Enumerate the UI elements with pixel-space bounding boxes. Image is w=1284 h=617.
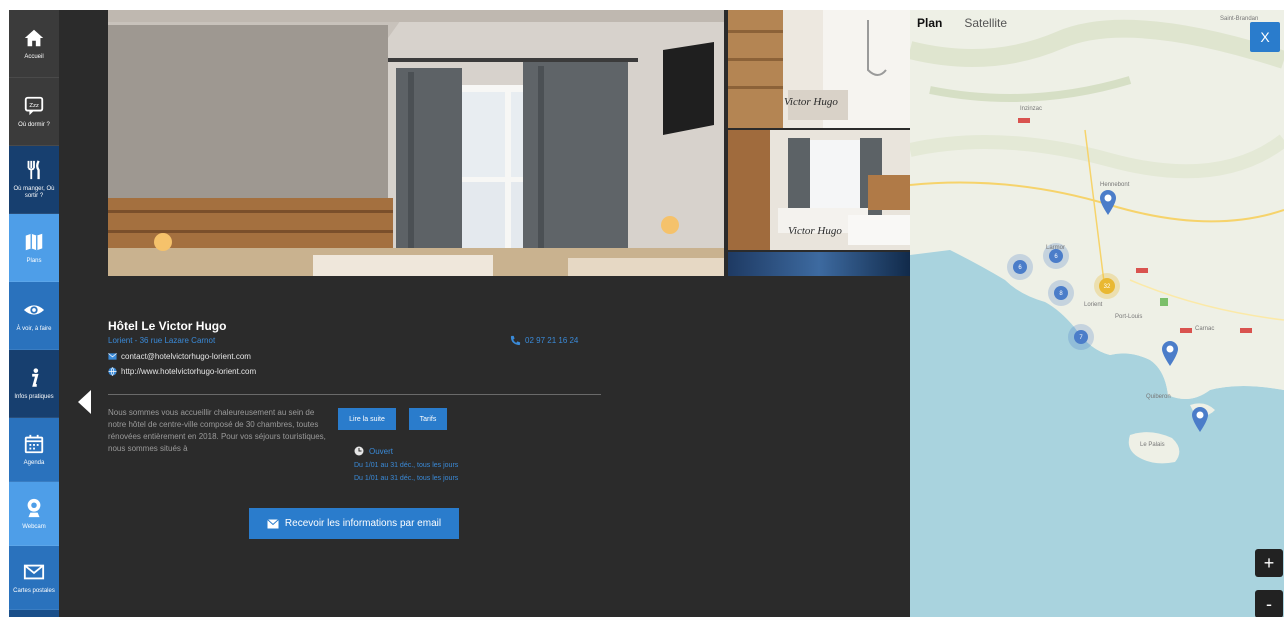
webcam-icon	[27, 498, 41, 517]
sidebar-item-agenda[interactable]: Agenda	[9, 418, 59, 482]
svg-text:32: 32	[1104, 284, 1111, 290]
sidebar-item-label: Où dormir ?	[18, 121, 50, 128]
map-cluster[interactable]: 8	[1048, 280, 1074, 306]
hotel-phone: 02 97 21 16 24	[525, 336, 579, 345]
map-cluster[interactable]: 6	[1007, 254, 1033, 280]
map-place-label: Port-Louis	[1115, 314, 1143, 320]
envelope-icon	[267, 518, 279, 528]
tab-plan[interactable]: Plan	[917, 16, 942, 30]
svg-text:Zzz: Zzz	[29, 102, 39, 108]
sidebar-item-label: Infos pratiques	[14, 393, 54, 400]
sidebar-item-label: À voir, à faire	[16, 325, 52, 332]
photo-watermark: Victor Hugo	[788, 225, 842, 237]
map-icon	[25, 233, 43, 250]
envelope-icon	[108, 353, 117, 360]
clock-icon	[354, 446, 364, 456]
opening-hours-line: Du 1/01 au 31 déc., tous les jours	[354, 475, 459, 482]
hotel-name: Hôtel Le Victor Hugo	[108, 319, 227, 333]
hotel-description: Nous sommes vous accueillir chaleureusem…	[108, 408, 326, 453]
hotel-photo-thumbnail[interactable]: Victor Hugo	[728, 10, 910, 128]
sidebar-item-maps[interactable]: Plans	[9, 214, 59, 282]
hotel-photo-thumbnail[interactable]: Victor Hugo	[728, 130, 910, 250]
tab-satellite[interactable]: Satellite	[964, 16, 1007, 30]
opening-status: Ouvert	[354, 446, 393, 456]
hotel-email: contact@hotelvictorhugo-lorient.com	[121, 352, 251, 361]
hotel-website: http://www.hotelvictorhugo-lorient.com	[121, 367, 257, 376]
eye-icon	[23, 304, 45, 315]
map-view[interactable]: 6 6 8 32 7 Saint-Brandan Inzinzac Henneb…	[910, 10, 1284, 617]
sidebar-item-info[interactable]: Infos pratiques	[9, 350, 59, 418]
photo-watermark: Victor Hugo	[784, 96, 838, 108]
room-photo-illustration	[108, 10, 724, 276]
info-icon	[32, 367, 39, 387]
sidebar-item-label: Webcam	[22, 523, 46, 530]
hotel-phone-link[interactable]: 02 97 21 16 24	[510, 335, 578, 346]
map-type-tabs: Plan Satellite	[917, 16, 1007, 30]
map-place-label: Hennebont	[1100, 182, 1130, 188]
zoom-out-button[interactable]: -	[1255, 590, 1283, 617]
receive-info-email-label: Recevoir les informations par email	[284, 518, 442, 529]
close-map-button[interactable]: X	[1250, 22, 1280, 52]
map-cluster[interactable]: 7	[1068, 324, 1094, 350]
hotel-website-link[interactable]: http://www.hotelvictorhugo-lorient.com	[108, 367, 256, 376]
sidebar-item-home[interactable]: Accueil	[9, 10, 59, 78]
hotel-main-photo[interactable]	[108, 10, 724, 276]
sidebar-item-webcam[interactable]: Webcam	[9, 482, 59, 546]
map-place-label: Carnac	[1195, 326, 1215, 332]
sidebar-item-label: Accueil	[24, 53, 44, 60]
sidebar-item-label: Cartes postales	[13, 587, 55, 594]
sidebar-item-see-do[interactable]: À voir, à faire	[9, 282, 59, 350]
sidebar-item-label: Plans	[26, 257, 42, 264]
calendar-icon	[24, 434, 44, 453]
sidebar-item-eat[interactable]: Où manger, Où sortir ?	[9, 146, 59, 214]
sidebar-item-postcards[interactable]: Cartes postales	[9, 546, 59, 610]
zoom-in-button[interactable]: +	[1255, 549, 1283, 577]
chat-icon: Zzz	[24, 96, 44, 115]
map-cluster[interactable]: 32	[1094, 273, 1120, 299]
map-place-label: Quiberon	[1146, 394, 1171, 400]
section-divider	[108, 394, 601, 395]
receive-info-email-button[interactable]: Recevoir les informations par email	[249, 508, 459, 539]
fork-knife-icon	[27, 160, 40, 180]
read-more-button[interactable]: Lire la suite	[338, 408, 396, 430]
tariffs-button[interactable]: Tarifs	[409, 408, 447, 430]
opening-hours-line: Du 1/01 au 31 déc., tous les jours	[354, 462, 459, 469]
map-canvas: 6 6 8 32 7	[910, 10, 1284, 617]
collapse-panel-arrow-icon[interactable]	[78, 390, 91, 414]
sidebar-nav: Accueil Zzz Où dormir ? Où manger, Où so…	[9, 10, 59, 617]
panel-gutter	[59, 10, 108, 617]
map-place-label: Lorient	[1084, 302, 1103, 308]
sidebar-item-label: Où manger, Où sortir ?	[13, 186, 55, 199]
map-place-label: Larmor	[1046, 245, 1066, 251]
mail-icon	[23, 564, 45, 579]
phone-icon	[510, 335, 521, 346]
globe-icon	[108, 367, 117, 376]
opening-status-label: Ouvert	[369, 446, 394, 456]
hotel-address: Lorient - 36 rue Lazare Carnot	[108, 336, 216, 345]
map-place-label: Le Palais	[1140, 442, 1165, 448]
map-place-label: Inzinzac	[1020, 106, 1043, 112]
sidebar-item-sleep[interactable]: Zzz Où dormir ?	[9, 78, 59, 146]
hotel-email-link[interactable]: contact@hotelvictorhugo-lorient.com	[108, 352, 251, 361]
hotel-detail-panel: Victor Hugo Victor Hugo Hôtel Le Victor …	[78, 10, 910, 617]
sidebar-item-label: Agenda	[23, 459, 45, 466]
home-icon	[24, 29, 44, 46]
hotel-photo-thumbnail[interactable]	[728, 252, 910, 276]
